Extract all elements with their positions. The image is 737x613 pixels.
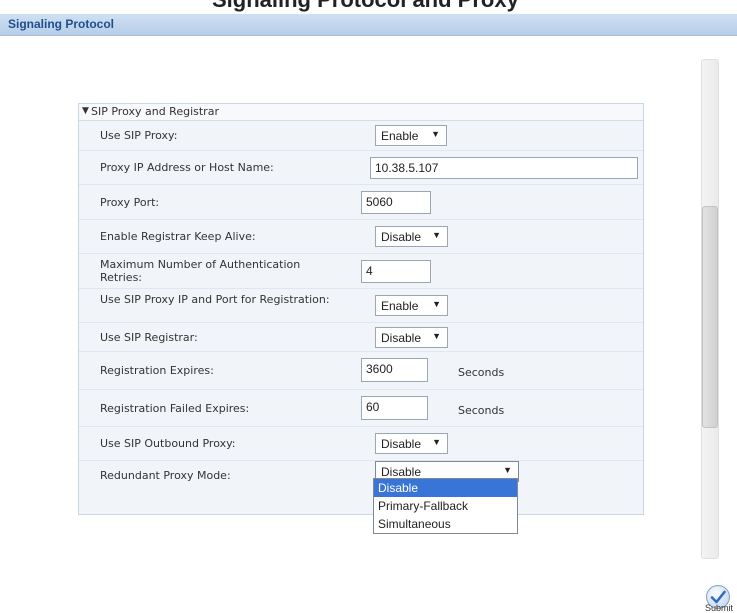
row-use-sip-registrar: Use SIP Registrar: Disable ▼ <box>79 323 643 352</box>
field-label: Registration Failed Expires: <box>100 402 250 415</box>
proxy-ip-input[interactable]: 10.38.5.107 <box>370 157 638 179</box>
collapse-arrow-icon[interactable]: ▼ <box>82 106 89 116</box>
unit-label: Seconds <box>458 404 505 417</box>
outbound-proxy-select[interactable]: Disable ▼ <box>375 433 448 454</box>
row-proxy-ip: Proxy IP Address or Host Name: 10.38.5.1… <box>79 151 643 185</box>
field-label: Redundant Proxy Mode: <box>100 469 231 482</box>
title-bar: Signaling Protocol <box>0 14 737 36</box>
content-area: ▼ SIP Proxy and Registrar Use SIP Proxy:… <box>0 36 737 611</box>
unit-label: Seconds <box>458 366 505 379</box>
row-redundant-proxy-mode: Redundant Proxy Mode: Disable ▼ <box>79 461 643 491</box>
row-max-auth-retries: Maximum Number of Authentication Retries… <box>79 254 643 289</box>
field-label: Proxy Port: <box>100 196 160 209</box>
chevron-down-icon: ▼ <box>432 437 441 447</box>
field-label: Use SIP Proxy IP and Port for Registrati… <box>100 293 330 306</box>
row-proxy-port: Proxy Port: 5060 <box>79 185 643 220</box>
window-title: Signaling Protocol <box>8 17 115 31</box>
page-caption: Signaling Protocol and Proxy <box>0 0 737 14</box>
registration-expires-input[interactable]: 3600 <box>361 358 428 382</box>
row-proxy-for-registration: Use SIP Proxy IP and Port for Registrati… <box>79 289 643 323</box>
dropdown-option-simultaneous[interactable]: Simultaneous <box>374 515 517 533</box>
scrollbar-thumb[interactable] <box>702 206 718 428</box>
field-label: Use SIP Proxy: <box>100 129 178 142</box>
chevron-down-icon: ▼ <box>432 230 441 240</box>
dropdown-option-disable[interactable]: Disable <box>374 479 517 497</box>
submit-label: Submit <box>705 603 734 613</box>
row-use-sip-proxy: Use SIP Proxy: Enable ▼ <box>79 121 643 151</box>
chevron-down-icon: ▼ <box>432 299 441 309</box>
max-auth-retries-input[interactable]: 4 <box>361 260 431 283</box>
sip-proxy-registrar-group: ▼ SIP Proxy and Registrar Use SIP Proxy:… <box>78 103 644 515</box>
field-label: Use SIP Registrar: <box>100 331 198 344</box>
row-registration-expires: Registration Expires: 3600 Seconds <box>79 352 643 390</box>
dropdown-option-primary-fallback[interactable]: Primary-Fallback <box>374 497 517 515</box>
use-sip-proxy-select[interactable]: Enable ▼ <box>375 125 447 146</box>
redundant-proxy-mode-dropdown: Disable Primary-Fallback Simultaneous <box>373 478 518 534</box>
chevron-down-icon: ▼ <box>503 465 512 475</box>
field-label: Proxy IP Address or Host Name: <box>100 161 274 174</box>
page-caption-text: Signaling Protocol and Proxy <box>212 0 519 13</box>
chevron-down-icon: ▼ <box>432 331 441 341</box>
field-label: Enable Registrar Keep Alive: <box>100 230 256 243</box>
proxy-for-registration-select[interactable]: Enable ▼ <box>375 295 448 316</box>
use-sip-registrar-select[interactable]: Disable ▼ <box>375 327 448 348</box>
row-registration-failed-expires: Registration Failed Expires: 60 Seconds <box>79 390 643 427</box>
proxy-port-input[interactable]: 5060 <box>361 191 431 214</box>
chevron-down-icon: ▼ <box>431 129 440 139</box>
group-title: SIP Proxy and Registrar <box>91 105 219 118</box>
registrar-keep-alive-select[interactable]: Disable ▼ <box>375 226 448 247</box>
field-label: Maximum Number of Authentication Retries… <box>100 258 301 284</box>
group-header[interactable]: ▼ SIP Proxy and Registrar <box>79 104 643 121</box>
row-outbound-proxy: Use SIP Outbound Proxy: Disable ▼ <box>79 427 643 461</box>
field-label: Registration Expires: <box>100 364 214 377</box>
row-registrar-keep-alive: Enable Registrar Keep Alive: Disable ▼ <box>79 220 643 254</box>
field-label: Use SIP Outbound Proxy: <box>100 437 236 450</box>
registration-failed-expires-input[interactable]: 60 <box>361 396 428 420</box>
